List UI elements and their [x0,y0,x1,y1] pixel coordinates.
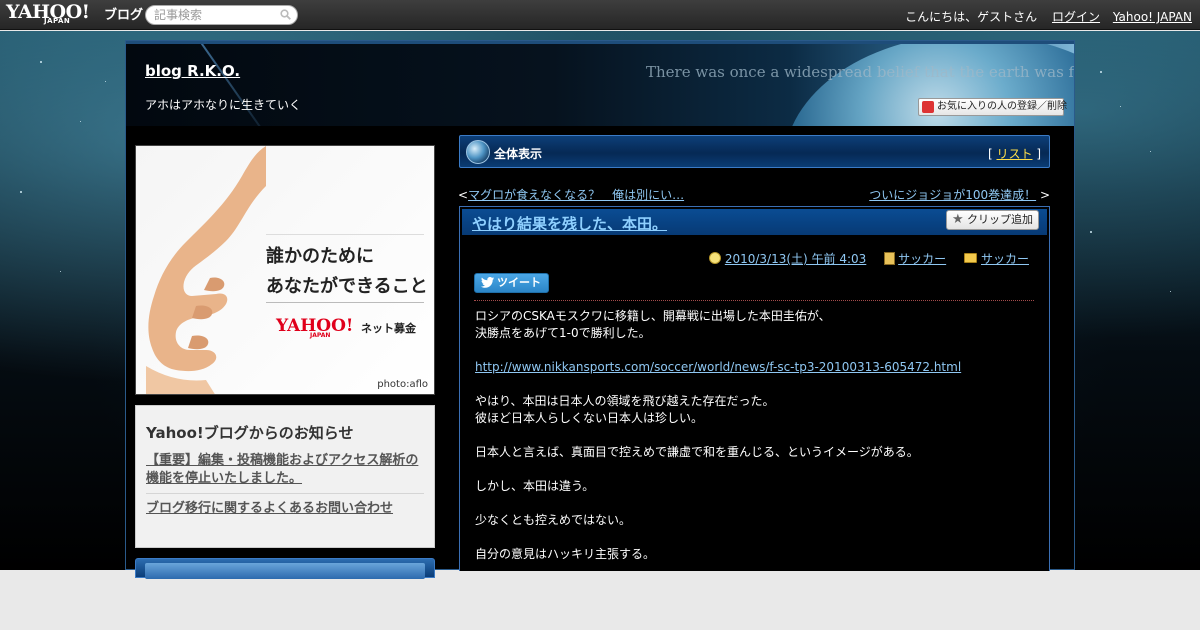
post-folder-link[interactable]: サッカー [981,252,1029,266]
news-link[interactable]: http://www.nikkansports.com/soccer/world… [475,360,961,374]
divider [146,493,424,494]
body-line: やはり、本田は日本人の領域を飛び越えた存在だった。 [475,394,775,408]
ad-brand-sub: JAPAN [310,332,331,339]
folder-icon [963,253,977,263]
post-date-link[interactable]: 2010/3/13(土) 午前 4:03 [725,252,866,266]
star-icon: ★ [952,212,964,227]
ad-headline-1: 誰かのために [266,246,374,267]
next-post-link[interactable]: ついにジョジョが100巻達成！ [869,188,1036,202]
header-motto: There was once a widespread belief that … [646,63,1074,81]
search-input[interactable] [145,5,298,25]
clip-add-button[interactable]: ★ クリップ追加 [946,210,1039,230]
bird-icon [481,277,494,288]
globe-icon [466,140,490,164]
section-header: 全体表示 [ リスト ] [459,135,1050,168]
sidebar-widget [135,558,435,579]
body-line: 自分の意見はハッキリ主張する。 [475,547,656,561]
logo-blog-text: ブログ [104,8,144,23]
body-line [475,495,1035,512]
body-line: 決勝点をあげて1-0で勝利した。 [475,326,651,340]
body-line: ロシアのCSKAモスクワに移籍し、開幕戦に出場した本田圭佑が、 [475,309,831,323]
book-icon [884,252,896,265]
user-links: こんにちは、ゲストさん ログイン Yahoo! JAPAN [905,8,1192,25]
body-line: しかし、本田は違う。 [475,479,595,493]
post-body: ロシアのCSKAモスクワに移籍し、開幕戦に出場した本田圭佑が、 決勝点をあげて1… [475,308,1035,563]
blog-title[interactable]: blog R.K.O. [145,62,240,80]
notice-box: Yahoo!ブログからのお知らせ 【重要】編集・投稿機能およびアクセス解析の機能… [135,405,435,548]
hand-image [146,146,266,394]
favorite-button-label: お気に入りの人の登録／削除 [937,101,1067,112]
section-title: 全体表示 [494,147,543,161]
body-line: 彼ほど日本人らしくない日本人は珍しい。 [475,411,704,425]
body-line [475,529,1035,546]
next-post-nav: ついにジョジョが100巻達成！ > [869,188,1050,202]
blog-description: アホはアホなりに生きていく [145,98,302,112]
top-bar: YAHOO! JAPAN ブログ こんにちは、ゲストさん ログイン Yahoo!… [0,0,1200,30]
body-line [475,376,1035,393]
blog-frame: There was once a widespread belief that … [125,40,1075,579]
notice-link-important[interactable]: 【重要】編集・投稿機能およびアクセス解析の機能を停止いたしました。 [146,452,424,488]
blog-header: There was once a widespread belief that … [126,41,1074,126]
logo-sub-text: JAPAN [44,17,71,25]
yahoo-japan-link[interactable]: Yahoo! JAPAN [1113,10,1192,24]
ad-photo-credit: photo:aflo [377,379,428,390]
heart-icon [922,101,934,113]
body-line: http://www.nikkansports.com/soccer/world… [475,359,1035,376]
search-icon[interactable] [280,9,291,20]
blog-post: やはり結果を残した、本田。 ★ クリップ追加 2010/3/13(土) 午前 4… [459,206,1050,571]
body-line: 少なくとも控えめではない。 [475,513,632,527]
post-category-link[interactable]: サッカー [898,252,946,266]
post-divider [474,300,1034,301]
sidebar-ad[interactable]: 誰かのために あなたができること YAHOO! JAPAN ネット募金 phot… [135,145,435,395]
notice-title: Yahoo!ブログからのお知らせ [146,424,354,442]
post-header: やはり結果を残した、本田。 ★ クリップ追加 [462,209,1047,235]
list-link[interactable]: リスト [996,147,1032,161]
clock-icon [708,252,721,264]
body-line [475,427,1035,444]
body-line [475,461,1035,478]
post-title[interactable]: やはり結果を残した、本田。 [472,213,667,234]
list-view-toggle: [ リスト ] [987,147,1041,161]
favorite-button[interactable]: お気に入りの人の登録／削除 [918,98,1067,116]
post-meta: 2010/3/13(土) 午前 4:03 サッカー サッカー [695,250,1029,267]
tweet-label: ツイート [497,276,541,289]
body-line: 日本人と言えば、真面目で控えめで謙虚で和を重んじる、というイメージがある。 [475,445,919,459]
ad-service-name: ネット募金 [361,322,416,335]
previous-post-link[interactable]: マグロが食えなくなる？ 俺は別にい… [468,188,684,202]
login-link[interactable]: ログイン [1052,10,1100,24]
greeting-text: こんにちは、ゲストさん [905,10,1038,24]
tweet-button[interactable]: ツイート [474,273,549,293]
ad-headline-2: あなたができること [266,276,428,297]
notice-link-faq[interactable]: ブログ移行に関するよくあるお問い合わせ [146,500,424,518]
previous-post-nav: <マグロが食えなくなる？ 俺は別にい… [458,188,685,202]
clip-add-label: クリップ追加 [967,213,1033,226]
body-line [475,342,1035,359]
